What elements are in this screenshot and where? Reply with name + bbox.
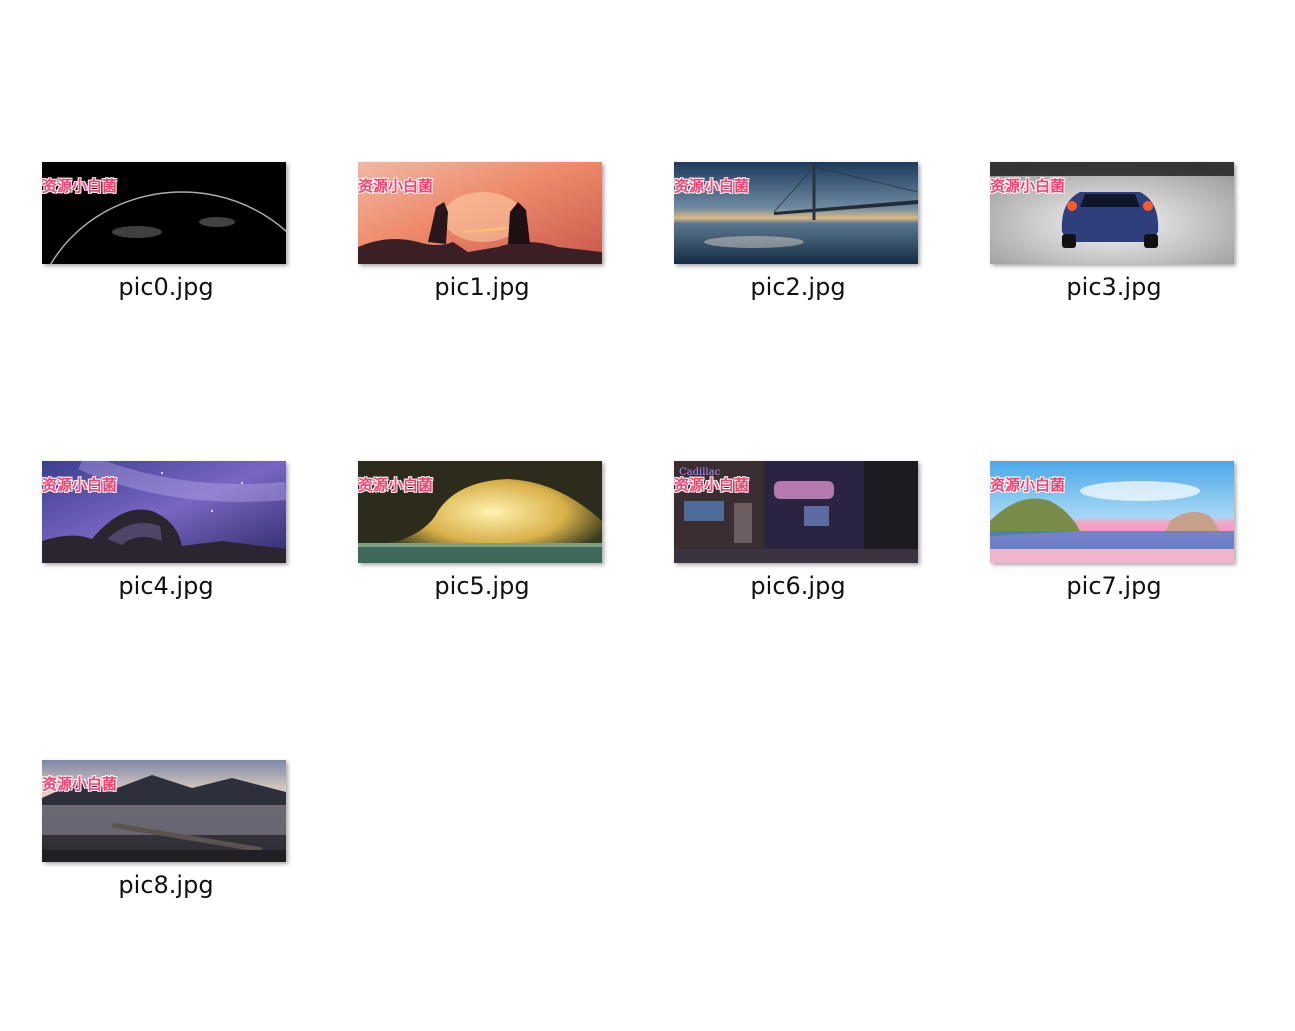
watermark-text: 资源小白菌 xyxy=(990,476,1066,494)
thumbnail-pic2[interactable]: 资源小白菌 xyxy=(674,162,918,264)
thumbnail-pic8[interactable]: 资源小白菌 xyxy=(42,760,286,862)
file-item-pic0[interactable]: 资源小白菌 pic0.jpg xyxy=(6,162,286,322)
file-name[interactable]: pic1.jpg xyxy=(358,273,606,301)
watermark-text: 资源小白菌 xyxy=(990,177,1066,195)
file-view: 资源小白菌 pic0.jpg 资源小白菌 pic1.jpg 资源小白菌 pic2… xyxy=(0,0,1295,1031)
thumbnail-pic4[interactable]: 资源小白菌 xyxy=(42,461,286,563)
file-name[interactable]: pic0.jpg xyxy=(42,273,290,301)
watermark-text: 资源小白菌 xyxy=(358,177,434,195)
file-item-pic6[interactable]: Cadillac 资源小白菌 pic6.jpg xyxy=(638,461,918,621)
file-name[interactable]: pic8.jpg xyxy=(42,871,290,899)
watermark-text: 资源小白菌 xyxy=(42,775,118,793)
thumbnail-pic3[interactable]: 资源小白菌 xyxy=(990,162,1234,264)
watermark-text: 资源小白菌 xyxy=(42,177,118,195)
file-item-pic8[interactable]: 资源小白菌 pic8.jpg xyxy=(6,760,286,920)
file-item-pic1[interactable]: 资源小白菌 pic1.jpg xyxy=(322,162,602,322)
watermark-text: 资源小白菌 xyxy=(358,476,434,494)
file-name[interactable]: pic6.jpg xyxy=(674,572,922,600)
file-name[interactable]: pic7.jpg xyxy=(990,572,1238,600)
file-item-pic2[interactable]: 资源小白菌 pic2.jpg xyxy=(638,162,918,322)
file-name[interactable]: pic5.jpg xyxy=(358,572,606,600)
thumbnail-pic0[interactable]: 资源小白菌 xyxy=(42,162,286,264)
file-item-pic4[interactable]: 资源小白菌 pic4.jpg xyxy=(6,461,286,621)
file-name[interactable]: pic3.jpg xyxy=(990,273,1238,301)
watermark-text: 资源小白菌 xyxy=(42,476,118,494)
file-item-pic3[interactable]: 资源小白菌 pic3.jpg xyxy=(954,162,1234,322)
thumbnail-pic1[interactable]: 资源小白菌 xyxy=(358,162,602,264)
file-name[interactable]: pic2.jpg xyxy=(674,273,922,301)
file-name[interactable]: pic4.jpg xyxy=(42,572,290,600)
file-item-pic7[interactable]: 资源小白菌 pic7.jpg xyxy=(954,461,1234,621)
file-item-pic5[interactable]: 资源小白菌 pic5.jpg xyxy=(322,461,602,621)
watermark-text: 资源小白菌 xyxy=(674,177,750,195)
thumbnail-pic7[interactable]: 资源小白菌 xyxy=(990,461,1234,563)
thumbnail-pic6[interactable]: Cadillac 资源小白菌 xyxy=(674,461,918,563)
watermark-text: 资源小白菌 xyxy=(674,476,750,494)
thumbnail-pic5[interactable]: 资源小白菌 xyxy=(358,461,602,563)
